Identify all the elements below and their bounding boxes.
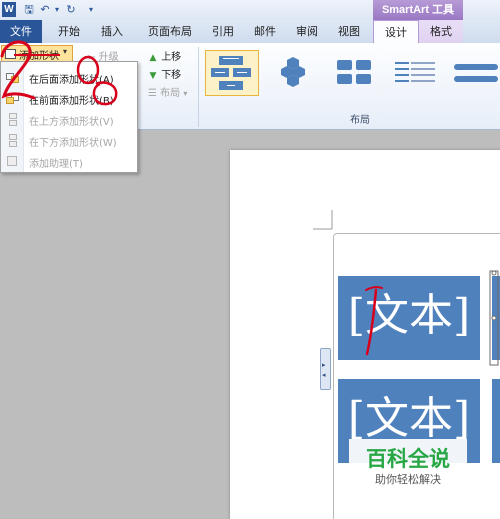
watermark-subtitle: 助你轻松解决 <box>375 473 441 486</box>
watermark-title: 百科全说 <box>366 447 450 471</box>
word-window: W 🖫 ↶ ▾ ↻ ▾ SmartArt 工具 文件 开始 插入 页面布局 引用… <box>0 0 500 519</box>
watermark: 百科全说 助你轻松解决 <box>349 439 467 489</box>
